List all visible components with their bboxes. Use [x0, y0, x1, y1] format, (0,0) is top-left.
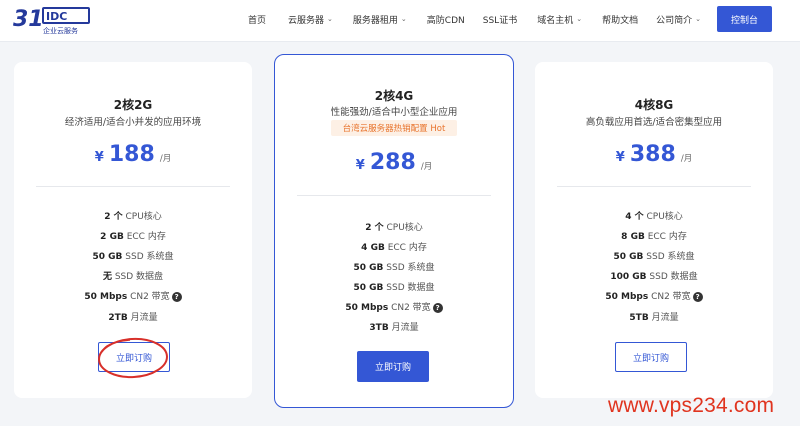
plan-subtitle: 性能强劲/适合中小型企业应用 — [330, 107, 458, 118]
currency-symbol: ¥ — [355, 158, 365, 173]
divider — [297, 195, 491, 196]
spec-traffic: 5TB 月流量 — [629, 313, 679, 323]
nav-label: 帮助文档 — [602, 15, 639, 26]
spec-traffic: 3TB 月流量 — [369, 323, 419, 333]
nav-label: 公司简介 — [656, 15, 693, 26]
brand-logo[interactable]: 31 IDC 企业云服务 — [13, 5, 91, 35]
nav-label: 域名主机 — [537, 15, 574, 26]
help-icon[interactable]: ? — [432, 302, 443, 313]
spec-data-disk: 100 GB SSD 数据盘 — [610, 272, 698, 282]
spec-bandwidth: 50 Mbps CN2 带宽? — [275, 300, 513, 313]
chevron-down-icon: ⌄ — [695, 15, 701, 23]
svg-text:31: 31 — [13, 7, 44, 32]
chevron-down-icon: ⌄ — [576, 15, 583, 23]
nav-label: 服务器租用 — [352, 15, 398, 26]
spec-cpu: 2 个 CPU核心 — [365, 223, 423, 233]
chevron-down-icon: ⌄ — [327, 15, 333, 23]
price-amount: 188 — [108, 142, 155, 167]
price-period: /月 — [159, 154, 172, 164]
nav-help-docs[interactable]: 帮助文档 — [602, 13, 638, 26]
spec-system-disk: 50 GB SSD 系统盘 — [613, 252, 695, 262]
hot-badge: 台湾云服务器热销配置 Hot — [331, 120, 457, 136]
spec-data-disk: 无 SSD 数据盘 — [102, 272, 164, 282]
console-button[interactable]: 控制台 — [717, 6, 772, 32]
nav-label: 云服务器 — [288, 15, 325, 26]
help-icon[interactable]: ? — [692, 291, 703, 302]
order-button[interactable]: 立即订购 — [615, 342, 687, 372]
main-nav: 首页 云服务器 ⌄ 服务器租用 ⌄ 高防CDN SSL证书 域名主机 ⌄ 帮助文… — [248, 0, 701, 38]
nav-ssl[interactable]: SSL证书 — [483, 13, 517, 26]
currency-symbol: ¥ — [615, 150, 625, 165]
nav-about[interactable]: 公司简介 ⌄ — [656, 13, 701, 26]
spec-memory: 4 GB ECC 内存 — [361, 243, 427, 253]
nav-cloud-server[interactable]: 云服务器 ⌄ — [288, 13, 333, 26]
price-amount: 388 — [629, 142, 676, 167]
nav-server-rental[interactable]: 服务器租用 ⌄ — [353, 13, 407, 26]
plan-card-4c8g: 4核8G 高负载应用首选/适合密集型应用 ¥ 388 /月 4 个 CPU核心 … — [535, 62, 773, 398]
nav-domain-hosting[interactable]: 域名主机 ⌄ — [537, 13, 582, 26]
chevron-down-icon: ⌄ — [400, 15, 407, 23]
plan-price: ¥ 388 /月 — [535, 142, 773, 167]
nav-label: 首页 — [248, 15, 267, 26]
spec-system-disk: 50 GB SSD 系统盘 — [92, 252, 174, 262]
spec-bandwidth: 50 Mbps CN2 带宽? — [535, 289, 773, 302]
spec-data-disk: 50 GB SSD 数据盘 — [353, 283, 435, 293]
spec-memory: 2 GB ECC 内存 — [100, 232, 166, 242]
plan-subtitle: 经济适用/适合小并发的应用环境 — [64, 117, 202, 128]
nav-home[interactable]: 首页 — [248, 13, 266, 26]
help-icon[interactable]: ? — [171, 291, 182, 302]
spec-cpu: 4 个 CPU核心 — [625, 212, 683, 222]
top-header: 31 IDC 企业云服务 首页 云服务器 ⌄ 服务器租用 ⌄ 高防CDN SSL… — [0, 0, 800, 42]
currency-symbol: ¥ — [94, 150, 104, 165]
spec-memory: 8 GB ECC 内存 — [621, 232, 687, 242]
spec-traffic: 2TB 月流量 — [108, 313, 158, 323]
nav-anti-ddos-cdn[interactable]: 高防CDN — [427, 13, 465, 26]
site-watermark: www.vps234.com — [608, 394, 775, 417]
plan-title: 4核8G — [634, 98, 674, 112]
plan-title: 2核2G — [113, 98, 153, 112]
nav-label: SSL证书 — [482, 15, 518, 26]
plan-price: ¥ 188 /月 — [14, 142, 252, 167]
plan-title: 2核4G — [374, 89, 414, 103]
divider — [557, 186, 751, 187]
spec-bandwidth: 50 Mbps CN2 带宽? — [14, 289, 252, 302]
svg-text:IDC: IDC — [46, 10, 67, 23]
annotation-circle — [98, 337, 168, 379]
spec-system-disk: 50 GB SSD 系统盘 — [353, 263, 435, 273]
price-period: /月 — [680, 154, 693, 164]
order-button[interactable]: 立即订购 — [357, 351, 429, 382]
logo-subtext: 企业云服务 — [43, 26, 78, 35]
price-amount: 288 — [369, 150, 416, 175]
nav-label: 高防CDN — [426, 15, 465, 26]
spec-cpu: 2 个 CPU核心 — [104, 212, 162, 222]
divider — [36, 186, 230, 187]
plan-card-2c4g: 2核4G 性能强劲/适合中小型企业应用 台湾云服务器热销配置 Hot ¥ 288… — [274, 54, 514, 408]
plan-price: ¥ 288 /月 — [275, 150, 513, 175]
price-period: /月 — [420, 162, 433, 172]
plan-subtitle: 高负载应用首选/适合密集型应用 — [585, 117, 723, 128]
